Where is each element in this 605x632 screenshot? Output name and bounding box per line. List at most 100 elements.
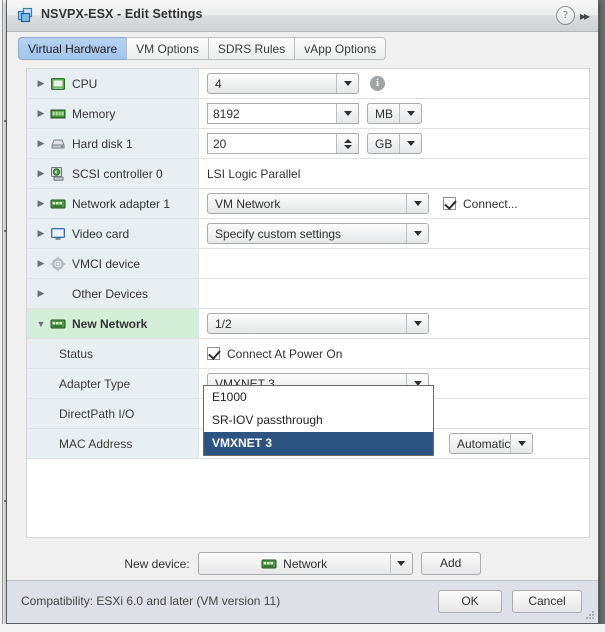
new-device-selected: Network	[199, 556, 390, 572]
device-value-other-devices	[199, 279, 589, 308]
device-name: CPU	[72, 76, 98, 91]
expand-arrow-icon[interactable]: ▶	[35, 198, 47, 209]
expand-arrow-icon[interactable]: ▶	[35, 78, 47, 89]
cpu-count-dropdown[interactable]: 4	[207, 73, 359, 94]
chevron-down-icon[interactable]	[406, 314, 428, 333]
connect-checkbox[interactable]	[443, 197, 456, 210]
table-row[interactable]: ▶ Hard disk 1 20 GB	[27, 129, 589, 159]
connect-at-power-on-checkbox[interactable]	[207, 347, 220, 360]
chevron-down-icon[interactable]	[389, 554, 412, 573]
video-card-value: Specify custom settings	[215, 226, 342, 241]
expand-chevrons-icon[interactable]: ▸▸	[580, 8, 591, 24]
page-title: NSVPX-ESX - Edit Settings	[41, 7, 203, 21]
chevron-down-icon[interactable]	[399, 134, 421, 153]
table-row[interactable]: ▶ SCSI controller 0 LSI Logic Parallel	[27, 159, 589, 189]
table-row[interactable]: ▶ Video card Specify custom settings	[27, 219, 589, 249]
device-label-new-network: ▼ New Network	[27, 309, 199, 338]
dropdown-option-e1000[interactable]: E1000	[204, 386, 433, 409]
device-label-cpu: ▶ CPU	[27, 69, 199, 98]
tab-sdrs-rules[interactable]: SDRS Rules	[207, 37, 295, 60]
device-label-video-card: ▶ Video card	[27, 219, 199, 248]
expand-arrow-icon[interactable]: ▶	[35, 138, 47, 149]
video-card-dropdown[interactable]: Specify custom settings	[207, 223, 429, 244]
dropdown-option-sriov-passthrough[interactable]: SR-IOV passthrough	[204, 409, 433, 432]
disk-size-input[interactable]: 20	[207, 133, 359, 154]
vmci-icon	[50, 256, 66, 272]
memory-icon	[50, 106, 66, 122]
sub-row-name: Adapter Type	[59, 376, 131, 391]
expand-arrow-icon[interactable]: ▶	[35, 168, 47, 179]
table-row[interactable]: ▶ VMCI device	[27, 249, 589, 279]
sub-label-directpath-io: DirectPath I/O	[27, 399, 199, 428]
disk-unit-dropdown[interactable]: GB	[367, 133, 422, 154]
device-value-hard-disk-1: 20 GB	[199, 129, 589, 158]
memory-unit-dropdown[interactable]: MB	[367, 103, 422, 124]
tab-vm-options[interactable]: VM Options	[126, 37, 208, 60]
new-device-label: New device:	[124, 556, 190, 571]
device-label-memory: ▶ Memory	[27, 99, 199, 128]
adapter-type-option-list[interactable]: E1000 SR-IOV passthrough VMXNET 3	[203, 385, 434, 456]
network-adapter-dropdown[interactable]: VM Network	[207, 193, 429, 214]
connect-at-power-on-label: Connect At Power On	[227, 346, 343, 361]
collapse-arrow-icon[interactable]: ▼	[35, 319, 47, 329]
scsi-controller-type: LSI Logic Parallel	[207, 166, 301, 181]
device-value-video-card: Specify custom settings	[199, 219, 589, 248]
expand-arrow-icon[interactable]: ▶	[35, 258, 47, 269]
device-name: New Network	[72, 316, 148, 331]
cpu-icon	[50, 76, 66, 92]
tab-virtual-hardware[interactable]: Virtual Hardware	[18, 37, 127, 60]
dialog-title-bar: NSVPX-ESX - Edit Settings ? ▸▸	[7, 0, 598, 32]
vm-icon	[17, 7, 34, 24]
new-device-dropdown[interactable]: Network	[197, 552, 413, 575]
memory-size-input[interactable]: 8192	[207, 103, 359, 124]
device-label-scsi-controller-0: ▶ SCSI controller 0	[27, 159, 199, 188]
table-row[interactable]: ▶ Memory 8192 MB	[27, 99, 589, 129]
resize-grip[interactable]	[586, 611, 595, 620]
device-name: Network adapter 1	[72, 196, 171, 211]
table-row-status[interactable]: Status Connect At Power On	[27, 339, 589, 369]
network-icon	[50, 196, 66, 212]
virtual-hardware-panel: ▶ CPU 4 i ▶ Memory 8192 MB ▶ Hard disk 1…	[26, 68, 590, 538]
scsi-icon	[50, 166, 66, 182]
sub-row-name: DirectPath I/O	[59, 406, 135, 421]
dropdown-option-vmxnet3[interactable]: VMXNET 3	[204, 432, 433, 455]
expand-arrow-icon[interactable]: ▶	[35, 288, 47, 299]
sub-label-status: Status	[27, 339, 199, 368]
new-device-selected-label: Network	[283, 556, 328, 571]
chevron-down-icon[interactable]	[510, 434, 532, 453]
help-icon[interactable]: ?	[555, 6, 575, 25]
cancel-button[interactable]: Cancel	[512, 590, 582, 613]
chevron-down-icon[interactable]	[406, 194, 428, 213]
spinner-stepper[interactable]	[336, 134, 358, 153]
expand-arrow-icon[interactable]: ▶	[35, 108, 47, 119]
network-adapter-value: VM Network	[215, 196, 281, 211]
disk-unit-value: GB	[375, 136, 393, 151]
ok-button[interactable]: OK	[438, 590, 502, 613]
table-row[interactable]: ▶ Network adapter 1 VM Network Connect..…	[27, 189, 589, 219]
edit-settings-dialog: NSVPX-ESX - Edit Settings ? ▸▸ Virtual H…	[6, 0, 599, 624]
table-row[interactable]: ▶ CPU 4 i	[27, 69, 589, 99]
memory-unit-value: MB	[375, 106, 393, 121]
sub-value-status: Connect At Power On	[199, 339, 589, 368]
device-label-network-adapter-1: ▶ Network adapter 1	[27, 189, 199, 218]
chevron-down-icon[interactable]	[406, 224, 428, 243]
device-label-vmci-device: ▶ VMCI device	[27, 249, 199, 278]
chevron-down-icon[interactable]	[336, 104, 358, 123]
background-bottom-strip	[0, 624, 605, 632]
chevron-down-icon[interactable]	[399, 104, 421, 123]
info-icon[interactable]: i	[370, 76, 385, 91]
add-device-button[interactable]: Add	[420, 552, 481, 575]
device-name: Other Devices	[72, 286, 149, 301]
table-row[interactable]: ▶ Other Devices	[27, 279, 589, 309]
device-name: Hard disk 1	[72, 136, 133, 151]
new-network-port-value: 1/2	[215, 316, 232, 331]
device-value-network-adapter-1: VM Network Connect...	[199, 189, 589, 218]
table-row-new-network[interactable]: ▼ New Network 1/2	[27, 309, 589, 339]
mac-address-mode-dropdown[interactable]: Automatic	[449, 433, 533, 454]
new-network-port-dropdown[interactable]: 1/2	[207, 313, 429, 334]
tab-strip: Virtual Hardware VM Options SDRS Rules v…	[7, 32, 598, 61]
tab-vapp-options[interactable]: vApp Options	[294, 37, 387, 60]
memory-size-value: 8192	[213, 106, 240, 121]
chevron-down-icon[interactable]	[336, 74, 358, 93]
expand-arrow-icon[interactable]: ▶	[35, 228, 47, 239]
